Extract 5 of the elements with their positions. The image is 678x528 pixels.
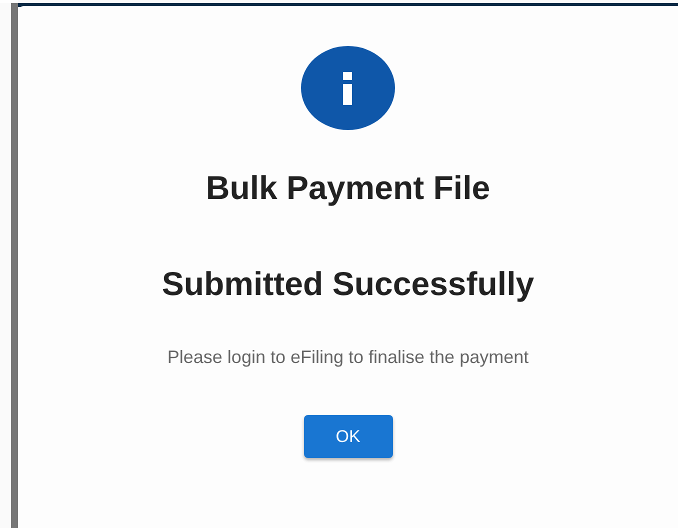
- dialog-title: Submitted Successfully: [162, 264, 534, 304]
- ok-button[interactable]: OK: [304, 415, 392, 458]
- dialog-title: Bulk Payment File: [206, 168, 490, 208]
- info-icon: [301, 46, 395, 130]
- dialog-message: Please login to eFiling to finalise the payment: [167, 346, 529, 369]
